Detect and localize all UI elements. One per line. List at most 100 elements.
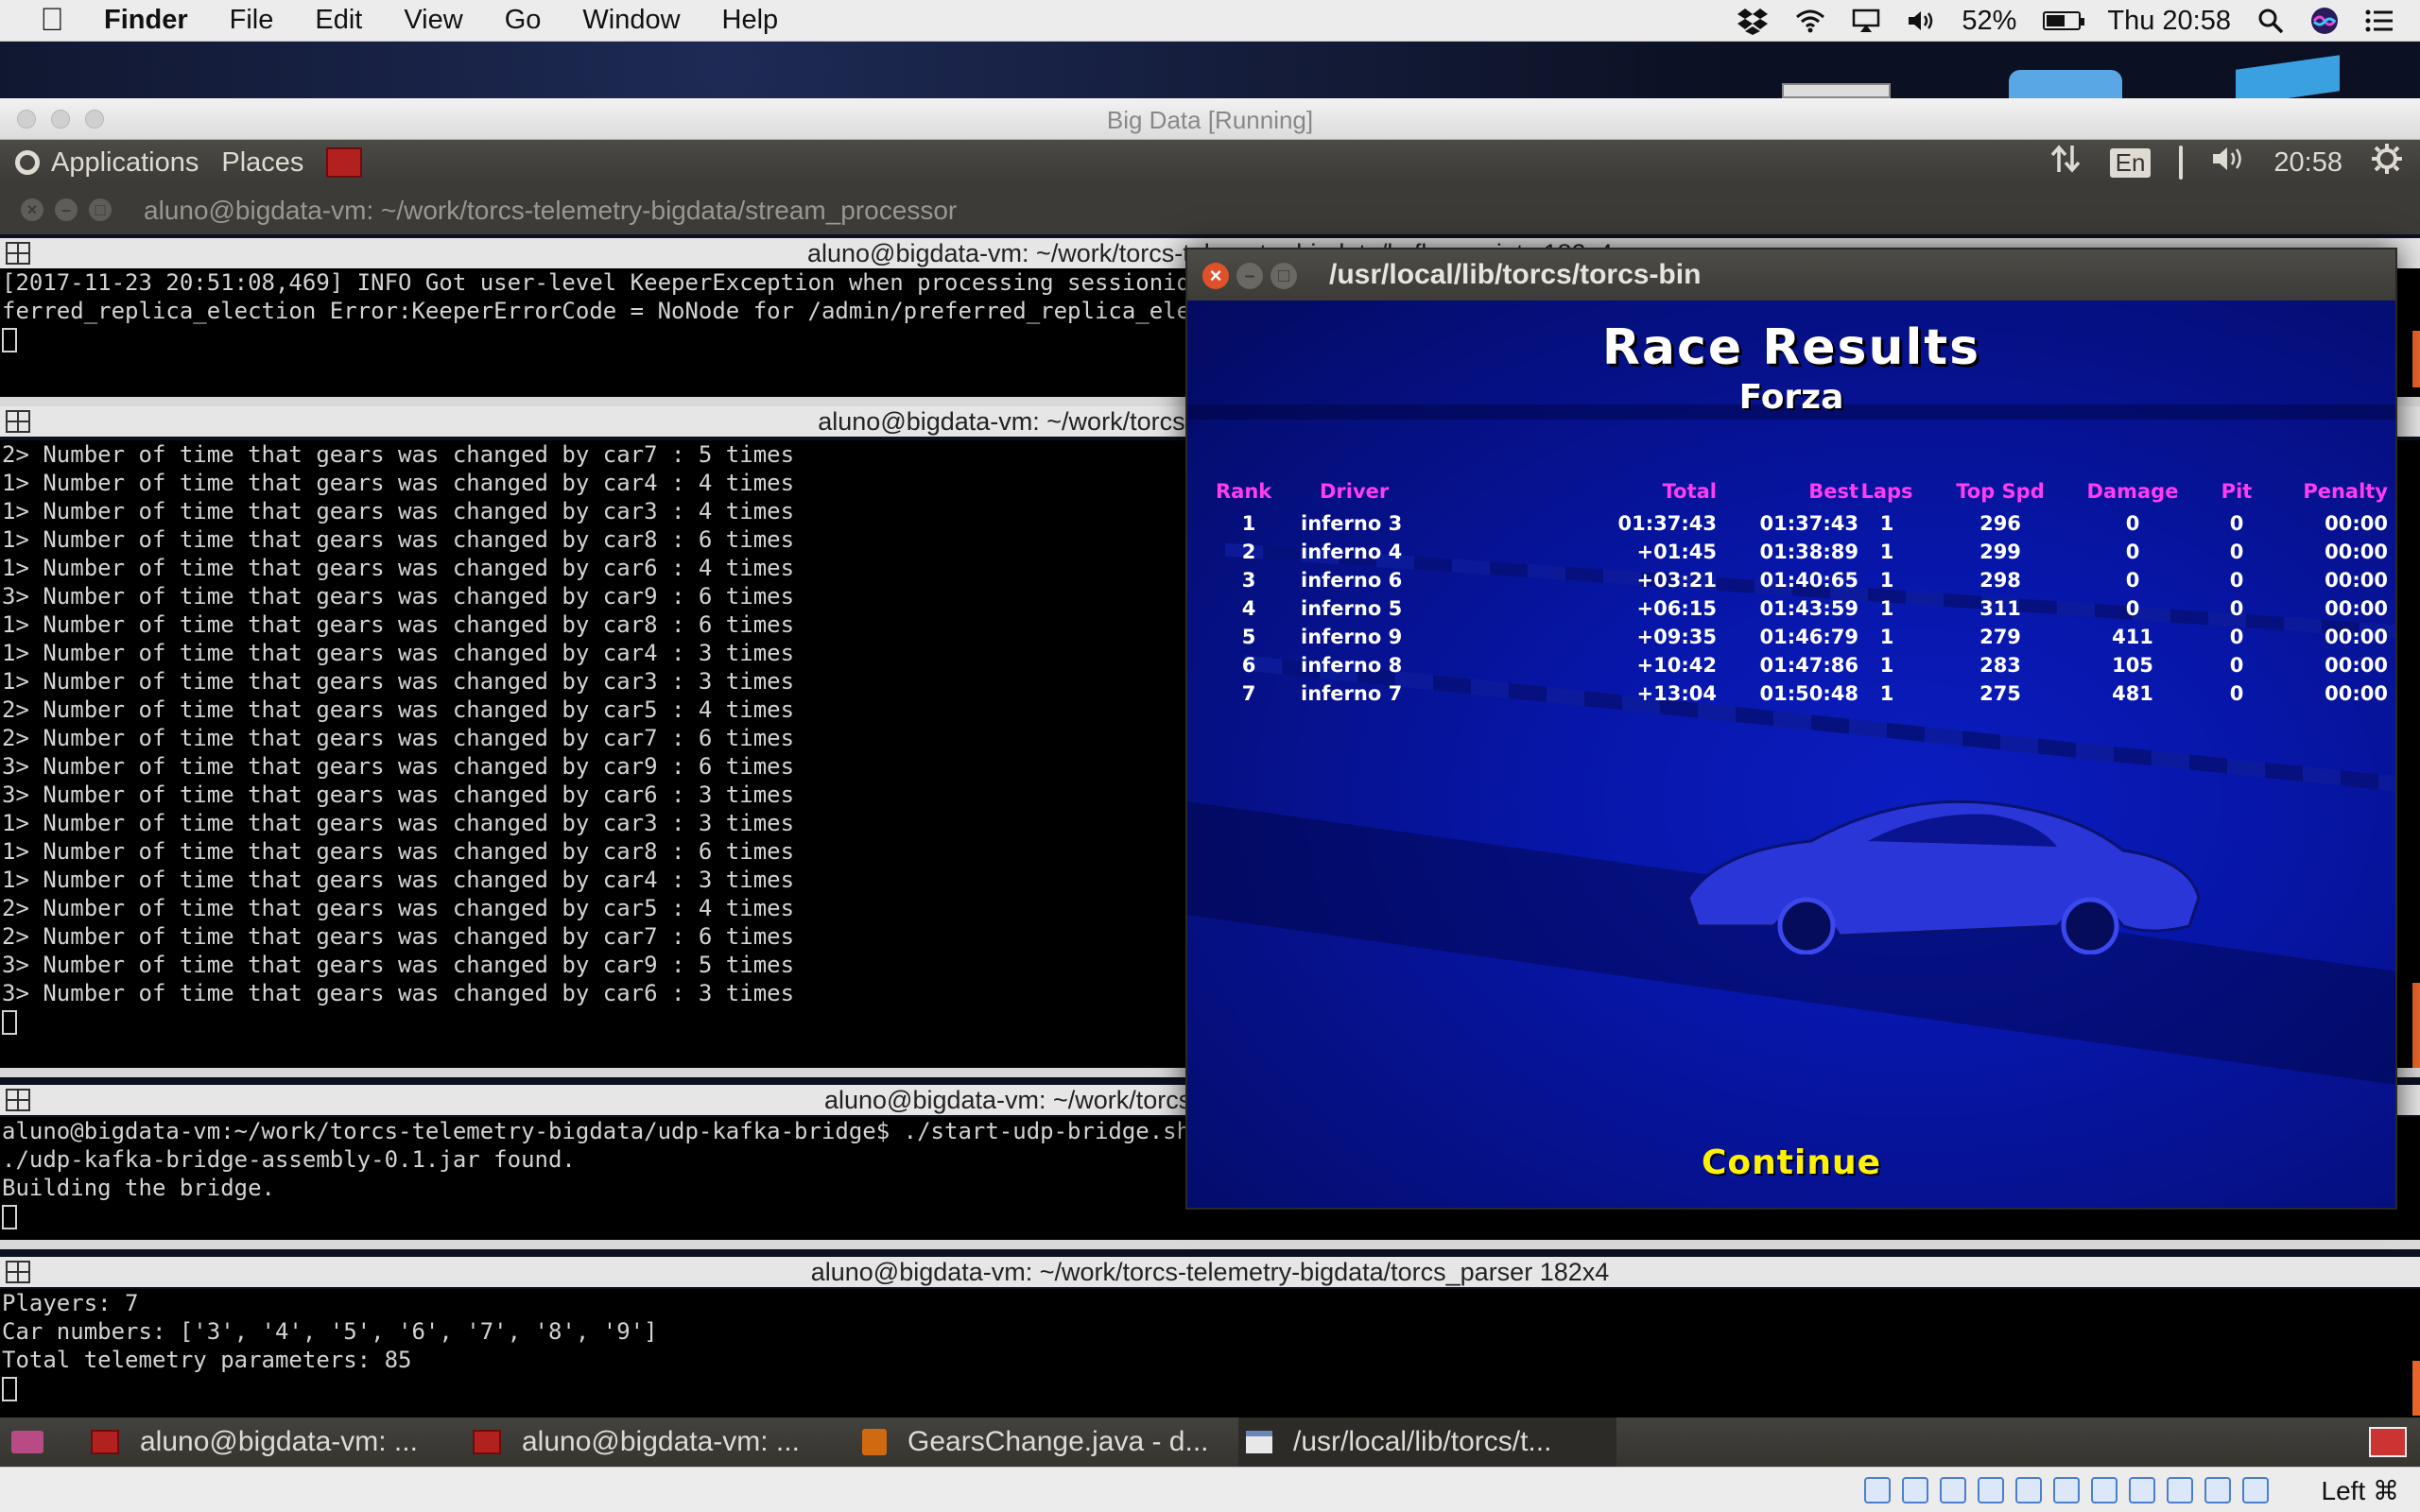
- applications-menu[interactable]: Applications: [15, 147, 199, 179]
- airplay-icon[interactable]: [1852, 9, 1880, 33]
- terminal-minimize-button[interactable]: –: [55, 198, 78, 221]
- menu-finder[interactable]: Finder: [104, 5, 209, 36]
- terminal-cursor: [2, 1010, 17, 1035]
- car-silhouette: [1686, 799, 2201, 954]
- menu-edit[interactable]: Edit: [294, 5, 383, 36]
- virtualbox-window-title: Big Data [Running]: [1106, 106, 1314, 134]
- cell-top-speed: 299: [1979, 541, 2021, 563]
- siri-icon[interactable]: [2310, 7, 2339, 35]
- col-header-top-speed: Top Spd: [1956, 480, 2045, 503]
- apple-menu-icon[interactable]: : [0, 2, 104, 39]
- keyboard-layout-indicator[interactable]: En: [2109, 147, 2152, 178]
- host-key-indicator[interactable]: Left ⌘: [2322, 1475, 2399, 1506]
- vm-clock[interactable]: 20:58: [2273, 147, 2342, 179]
- battery-icon[interactable]: [2043, 11, 2085, 30]
- menu-window[interactable]: Window: [562, 5, 700, 36]
- terminal-maximize-button[interactable]: □: [89, 198, 112, 221]
- torcs-close-button[interactable]: ×: [1202, 263, 1229, 289]
- cell-driver: inferno 9: [1301, 626, 1403, 648]
- vbox-mouse-integration-icon[interactable]: [2204, 1477, 2231, 1503]
- menu-help[interactable]: Help: [701, 5, 800, 36]
- cell-top-speed: 296: [1979, 512, 2021, 535]
- torcs-maximize-button[interactable]: □: [1270, 263, 1297, 289]
- vbox-optical-drive-icon[interactable]: [1902, 1477, 1928, 1503]
- continue-button[interactable]: Continue: [1187, 1143, 2395, 1182]
- cell-rank: 5: [1241, 626, 1256, 648]
- vbox-shared-folders-icon[interactable]: [2053, 1477, 2080, 1503]
- terminal-icon: [473, 1430, 501, 1454]
- menu-view[interactable]: View: [383, 5, 483, 36]
- pane-splitter[interactable]: [0, 1240, 2420, 1249]
- spotlight-search-icon[interactable]: [2257, 8, 2284, 34]
- pane-header-torcs-parser[interactable]: aluno@bigdata-vm: ~/work/torcs-telemetry…: [0, 1257, 2420, 1287]
- vbox-cpu-icon[interactable]: [2167, 1477, 2193, 1503]
- torcs-minimize-button[interactable]: –: [1236, 263, 1263, 289]
- cell-pit: 0: [2229, 541, 2244, 563]
- pane-scrollbar[interactable]: [2412, 331, 2420, 387]
- cell-total: +03:21: [1636, 569, 1717, 592]
- cell-top-speed: 311: [1979, 597, 2021, 620]
- wifi-icon[interactable]: [1795, 9, 1825, 33]
- cell-driver: inferno 4: [1301, 541, 1403, 563]
- dropbox-icon[interactable]: [1737, 7, 1769, 35]
- menubar-clock[interactable]: Thu 20:58: [2107, 6, 2231, 37]
- taskbar-item-label: /usr/local/lib/torcs/t...: [1293, 1426, 1552, 1457]
- desktop-document-icon[interactable]: [1782, 83, 1891, 98]
- vbox-audio-icon[interactable]: [1940, 1477, 1966, 1503]
- volume-icon[interactable]: [1907, 9, 1935, 33]
- col-header-damage: Damage: [2086, 480, 2179, 503]
- taskbar-item-editor[interactable]: GearsChange.java - d...: [862, 1418, 1231, 1467]
- cell-damage: 411: [2112, 626, 2153, 648]
- trash-icon[interactable]: [2369, 1427, 2407, 1457]
- cell-damage: 105: [2112, 654, 2153, 677]
- mac-menubar:  Finder File Edit View Go Window Help 5…: [0, 0, 2420, 42]
- cell-laps: 1: [1879, 626, 1894, 648]
- cell-total: 01:37:43: [1617, 512, 1717, 535]
- vbox-keyboard-capture-icon[interactable]: [2242, 1477, 2269, 1503]
- menu-file[interactable]: File: [209, 5, 295, 36]
- terminal-close-button[interactable]: ×: [21, 198, 43, 221]
- terminator-launcher-icon[interactable]: [326, 147, 363, 178]
- taskbar-item-torcs[interactable]: /usr/local/lib/torcs/t...: [1238, 1418, 1616, 1467]
- session-gear-icon[interactable]: [2371, 143, 2403, 182]
- vbox-hdd-icon[interactable]: [1864, 1477, 1891, 1503]
- pane-scrollbar[interactable]: [2412, 1361, 2420, 1416]
- cell-top-speed: 298: [1979, 569, 2021, 592]
- torcs-titlebar[interactable]: × – □ /usr/local/lib/torcs/torcs-bin: [1187, 249, 2395, 301]
- cell-damage: 481: [2112, 682, 2153, 705]
- virtualbox-titlebar[interactable]: Big Data [Running]: [0, 98, 2420, 140]
- terminator-window-titlebar[interactable]: × – □ aluno@bigdata-vm: ~/work/torcs-tel…: [0, 185, 2420, 234]
- taskbar-item-terminal-1[interactable]: aluno@bigdata-vm: ...: [91, 1418, 459, 1467]
- col-header-rank: Rank: [1216, 480, 1272, 503]
- results-row: 3 inferno 6 +03:21 01:40:65 1 298 0 0 00…: [1187, 569, 2395, 597]
- cell-rank: 7: [1241, 682, 1256, 705]
- desktop-folder-icon[interactable]: [2009, 70, 2122, 98]
- battery-percent[interactable]: 52%: [1962, 6, 2016, 37]
- terminator-window-title: aluno@bigdata-vm: ~/work/torcs-telemetry…: [144, 196, 958, 225]
- show-desktop-icon[interactable]: [11, 1431, 43, 1453]
- network-arrows-icon[interactable]: [2049, 144, 2082, 181]
- cell-penalty: 00:00: [2325, 682, 2388, 705]
- places-menu[interactable]: Places: [221, 147, 303, 179]
- vm-volume-icon[interactable]: [2211, 145, 2245, 180]
- vbox-video-capture-icon[interactable]: [2129, 1477, 2155, 1503]
- pane-scrollbar[interactable]: [2412, 983, 2420, 1068]
- cell-rank: 6: [1241, 654, 1256, 677]
- pane-body-torcs-parser[interactable]: Players: 7 Car numbers: ['3', '4', '5', …: [0, 1289, 2420, 1418]
- vbox-display-icon[interactable]: [2091, 1477, 2118, 1503]
- cell-damage: 0: [2125, 512, 2140, 535]
- taskbar-item-terminal-2[interactable]: aluno@bigdata-vm: ...: [473, 1418, 841, 1467]
- cell-driver: inferno 8: [1301, 654, 1403, 677]
- torcs-window[interactable]: × – □ /usr/local/lib/torcs/torcs-bin Rac…: [1185, 248, 2397, 1210]
- vbox-usb-icon[interactable]: [2015, 1477, 2042, 1503]
- cell-driver: inferno 6: [1301, 569, 1403, 592]
- cell-total: +01:45: [1636, 541, 1717, 563]
- menu-go[interactable]: Go: [484, 5, 562, 36]
- cell-pit: 0: [2229, 512, 2244, 535]
- cell-top-speed: 283: [1979, 654, 2021, 677]
- vm-battery-icon[interactable]: [2179, 145, 2184, 180]
- vbox-network-icon[interactable]: [1978, 1477, 2004, 1503]
- taskbar-item-label: aluno@bigdata-vm: ...: [140, 1426, 418, 1457]
- col-header-penalty: Penalty: [2303, 480, 2388, 503]
- notification-center-icon[interactable]: [2365, 9, 2394, 32]
